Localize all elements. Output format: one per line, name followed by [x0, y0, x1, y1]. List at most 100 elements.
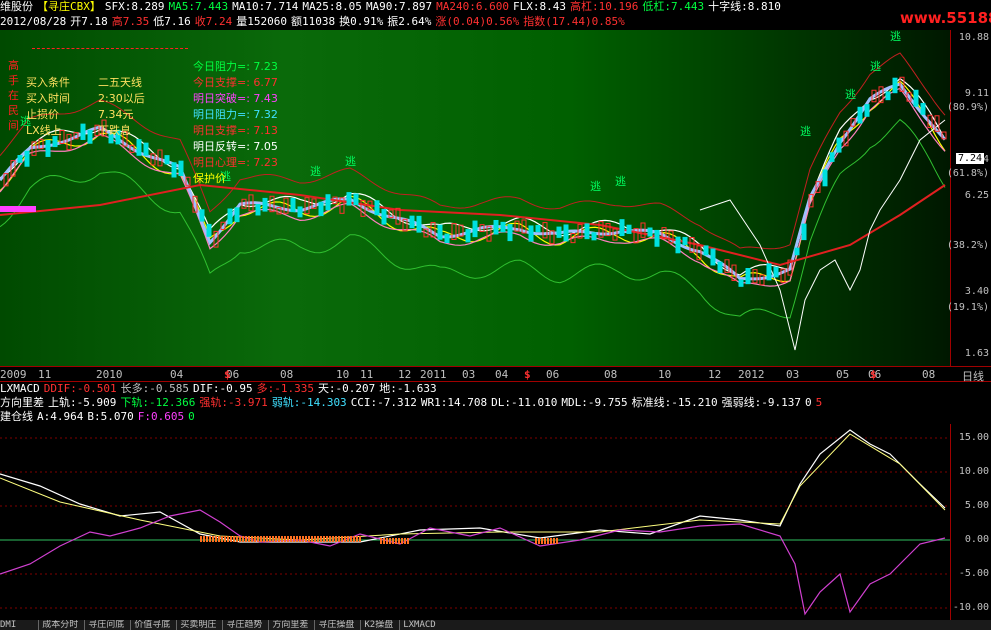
period-label[interactable]: 日线 — [962, 368, 984, 384]
indicator-item: 强轨:-3.971 — [199, 396, 268, 409]
indicator-item: WR1:14.708 — [420, 396, 488, 409]
signal-hatch — [287, 536, 289, 542]
date-label: 2012 — [738, 368, 765, 381]
macd-item: DIF:-0.95 — [192, 382, 253, 395]
indicator-tabs: DMI 成本分时 寻庄问底 价值寻底 买卖明庄 寻庄趋势 方向里差 寻庄操盘 K2操盘 LXMAC… — [0, 620, 991, 630]
signal-hatch — [218, 536, 220, 542]
tab-item[interactable]: 寻庄问底 — [84, 620, 125, 630]
signal-hatch — [227, 536, 229, 542]
kline-candle — [584, 223, 590, 240]
date-label: 10 — [336, 368, 350, 381]
cang-item: B:5.070 — [87, 410, 134, 423]
date-label: 03 — [786, 368, 800, 381]
signal-hatch — [407, 538, 409, 544]
kline-candle — [444, 233, 450, 244]
signal-hatch — [275, 536, 277, 542]
tab-item[interactable]: 寻庄趋势 — [222, 620, 263, 630]
signal-hatch — [538, 538, 540, 544]
tab-item[interactable]: LXMACD — [399, 620, 436, 630]
cang-item: 0 — [188, 410, 195, 423]
signal-hatch — [404, 538, 406, 544]
kline-candle — [255, 204, 261, 216]
kline-candle — [528, 225, 534, 242]
tab-prefix[interactable]: DMI — [0, 620, 16, 630]
lower-axis-label: 15.00 — [958, 432, 989, 443]
lower-axis-label: -5.00 — [958, 568, 989, 579]
signal-hatch — [263, 536, 265, 542]
panel-label: 买入时间 — [26, 92, 70, 105]
kline-candle — [675, 236, 681, 254]
signal-hatch — [224, 536, 226, 542]
tab-item[interactable]: 方向里差 — [268, 620, 309, 630]
signal-hatch — [209, 536, 211, 542]
kline-candle — [206, 223, 212, 237]
signal-hatch — [332, 536, 334, 542]
panel-label: LX线上 — [26, 124, 62, 137]
date-label: 11 — [360, 368, 374, 381]
kline-candle — [325, 194, 331, 211]
lower-indicator-chart[interactable] — [0, 424, 950, 620]
price-axis-label: (38.2%) — [946, 240, 989, 251]
signal-hatch — [547, 538, 549, 544]
cang-item: A:4.964 — [37, 410, 84, 423]
signal-hatch — [341, 536, 343, 542]
signal-hatch — [344, 536, 346, 542]
macd-row: LXMACD DDIF:-0.501 长多:-0.585 DIF:-0.95 多:-1.… — [0, 382, 960, 396]
signal-hatch — [323, 536, 325, 542]
panel-value: 7.34元 — [98, 108, 134, 121]
kline-candle — [290, 198, 296, 213]
kline-candle — [717, 261, 723, 274]
panel-level: 明日突破=: 7.43 — [193, 92, 278, 105]
dollar-marker: $ — [870, 368, 877, 381]
signal-hatch — [326, 536, 328, 542]
indicator-item: MDL:-9.755 — [561, 396, 628, 409]
kline-candle — [801, 223, 807, 241]
signal-hatch — [236, 536, 238, 542]
signal-hatch — [230, 536, 232, 542]
macd-item: 长多:-0.585 — [120, 382, 189, 395]
signal-hatch — [389, 538, 391, 544]
signal-hatch — [293, 536, 295, 542]
kline-candle — [542, 222, 548, 239]
price-axis-label: 9.11 — [964, 88, 989, 99]
indicator-item: 上轨:-5.909 — [48, 396, 117, 409]
date-label: 04 — [170, 368, 184, 381]
date-label: 05 — [836, 368, 850, 381]
escape-marker: 逃 — [310, 165, 321, 178]
signal-hatch — [550, 538, 552, 544]
cang-item: 建仓线 — [0, 410, 33, 423]
kline-candle — [437, 224, 443, 240]
header-item: SFX:8.289 — [104, 0, 165, 13]
signal-hatch — [257, 536, 259, 542]
kline-candle — [563, 224, 569, 242]
kline-candle — [836, 137, 842, 153]
panel-level: 明日阻力=: 7.32 — [193, 108, 278, 121]
price-axis-label: 10.88 — [958, 32, 989, 43]
panel-value: 2:30以后 — [98, 92, 145, 105]
kline-candle — [535, 225, 541, 233]
signal-hatch — [380, 538, 382, 544]
lower-svg — [0, 429, 950, 616]
kline-candle — [486, 225, 492, 242]
lower-axis-label: 5.00 — [964, 500, 989, 511]
tab-item[interactable]: 成本分时 — [38, 620, 79, 630]
signal-hatch — [392, 538, 394, 544]
indicator-item: 下轨:-12.366 — [120, 396, 196, 409]
signal-hatch — [290, 536, 292, 542]
kline-candle — [619, 219, 625, 237]
stock-name[interactable]: 维股份 — [0, 0, 33, 13]
header-bar: 维股份 【寻庄CBX】 SFX:8.289 MA5:7.443 MA10:7.714 MA… — [0, 0, 960, 14]
tab-item[interactable]: K2操盘 — [360, 620, 394, 630]
tab-item[interactable]: 买卖明庄 — [176, 620, 217, 630]
panel-divider — [32, 48, 188, 49]
indicator-item: 0 — [804, 396, 812, 409]
date-label: 10 — [658, 368, 672, 381]
signal-hatch — [359, 536, 361, 542]
tab-item[interactable]: 寻庄操盘 — [314, 620, 355, 630]
kline-candle — [647, 227, 653, 237]
signal-hatch — [553, 538, 555, 544]
kline-candle — [318, 201, 324, 217]
tab-item[interactable]: 价值寻底 — [130, 620, 171, 630]
quote-item: 涨(0.04)0.56% — [435, 15, 520, 28]
signal-hatch — [200, 536, 202, 542]
